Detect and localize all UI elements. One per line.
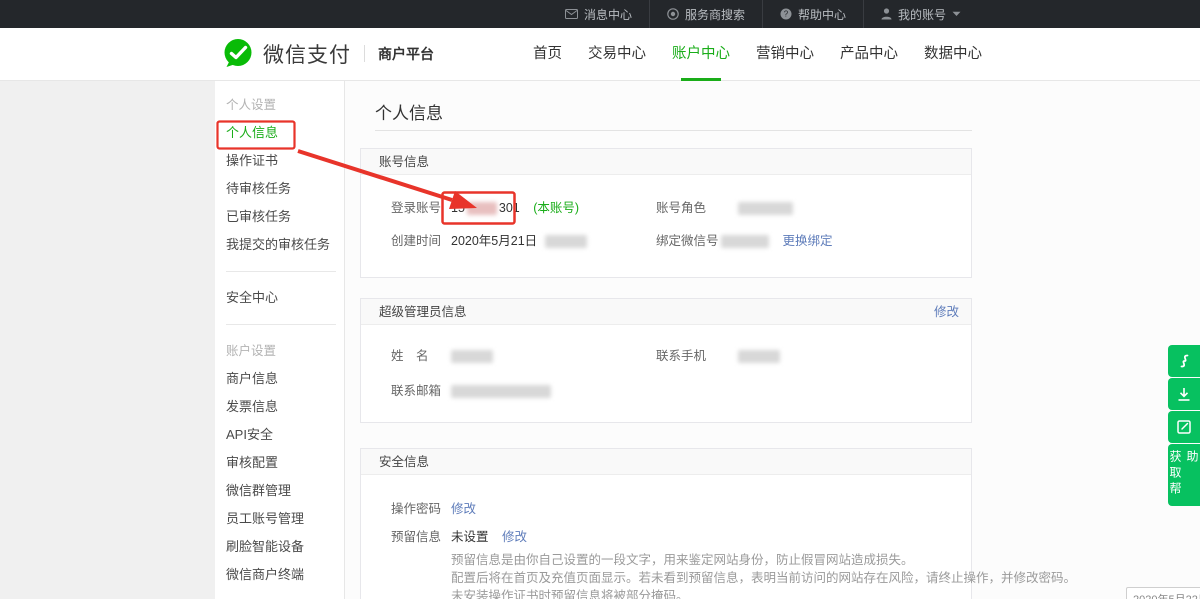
nav-marketing-center[interactable]: 营销中心 (756, 28, 814, 81)
topbar-service-provider-search[interactable]: 服务商搜索 (649, 0, 762, 28)
account-role-label: 账号角色 (656, 200, 706, 216)
sidebar-divider (226, 271, 336, 272)
get-help-button[interactable]: 获取帮助 (1168, 444, 1200, 506)
topbar-item-label: 消息中心 (584, 6, 632, 23)
operation-password-label: 操作密码 (391, 501, 441, 517)
password-edit-link[interactable]: 修改 (451, 502, 476, 516)
portal-label: 商户平台 (378, 44, 434, 64)
sidebar-item-security-center[interactable]: 安全中心 (226, 284, 344, 312)
svg-text:?: ? (784, 10, 789, 19)
name-label: 姓 名 (391, 348, 429, 364)
envelope-icon (565, 9, 578, 19)
topbar-help-center[interactable]: ? 帮助中心 (762, 0, 863, 28)
topbar-item-label: 我的账号 (898, 6, 946, 23)
security-info-card-title: 安全信息 (379, 449, 429, 475)
title-divider (375, 130, 972, 131)
redacted-login-digits (467, 202, 497, 215)
topbar-my-account-menu[interactable]: 我的账号 (863, 0, 978, 28)
user-icon (881, 8, 892, 20)
main-nav: 首页 交易中心 账户中心 营销中心 产品中心 数据中心 (533, 28, 982, 81)
contact-phone-label: 联系手机 (656, 348, 706, 364)
sidebar-item-wechat-group-management[interactable]: 微信群管理 (226, 477, 344, 505)
nav-data-center[interactable]: 数据中心 (924, 28, 982, 81)
current-account-tag: (本账号) (533, 201, 579, 215)
logo[interactable]: 微信支付 商户平台 (221, 37, 434, 70)
page-title: 个人信息 (375, 99, 443, 124)
redacted-email (451, 385, 551, 398)
redacted-name (451, 350, 493, 363)
nav-transaction-center[interactable]: 交易中心 (588, 28, 646, 81)
topbar-item-label: 服务商搜索 (685, 6, 745, 23)
sidebar-item-reviewed-tasks[interactable]: 已审核任务 (226, 203, 344, 231)
nav-product-center[interactable]: 产品中心 (840, 28, 898, 81)
link-icon (1177, 353, 1192, 369)
nav-home[interactable]: 首页 (533, 28, 562, 81)
sidebar-item-wechat-merchant-terminal[interactable]: 微信商户终端 (226, 561, 344, 589)
floating-help-widget: 获取帮助 (1168, 345, 1200, 506)
reserved-info-desc-line: 配置后将在首页及充值页面显示。若未看到预留信息，表明当前访问的网站存在风险，请终… (451, 569, 1076, 587)
topbar-message-center[interactable]: 消息中心 (548, 0, 649, 28)
admin-edit-link[interactable]: 修改 (934, 299, 959, 325)
account-info-card-title: 账号信息 (379, 149, 429, 175)
sidebar-item-review-config[interactable]: 审核配置 (226, 449, 344, 477)
sidebar-item-face-payment-devices[interactable]: 刷脸智能设备 (226, 533, 344, 561)
sidebar-item-merchant-info[interactable]: 商户信息 (226, 365, 344, 393)
contact-email-label: 联系邮箱 (391, 383, 441, 399)
topbar-item-label: 帮助中心 (798, 6, 846, 23)
sidebar-item-staff-account-management[interactable]: 员工账号管理 (226, 505, 344, 533)
help-circle-icon: ? (780, 8, 792, 20)
sidebar-item-my-submitted-review-tasks[interactable]: 我提交的审核任务 (226, 231, 344, 259)
reserved-info-status: 未设置 (451, 530, 489, 544)
reserved-info-desc-line: 预留信息是由你自己设置的一段文字，用来鉴定网站身份，防止假冒网站造成损失。 (451, 551, 1076, 569)
nav-account-center[interactable]: 账户中心 (672, 28, 730, 81)
sidebar-divider (226, 324, 336, 325)
sidebar: 个人设置 个人信息 操作证书 待审核任务 已审核任务 我提交的审核任务 安全中心… (215, 81, 345, 599)
security-info-card: 安全信息 操作密码 修改 预留信息 未设置 修改 预留信息是由你自己设置的一段文… (360, 448, 972, 599)
sidebar-group-personal-settings: 个人设置 (226, 91, 344, 119)
created-time-label: 创建时间 (391, 233, 441, 249)
site-header: 微信支付 商户平台 首页 交易中心 账户中心 营销中心 产品中心 数据中心 (0, 28, 1200, 81)
sidebar-item-personal-info[interactable]: 个人信息 (226, 119, 344, 147)
download-icon (1177, 387, 1191, 402)
reserved-info-desc-line: 未安装操作证书时预留信息将被部分掩码。 (451, 587, 1076, 599)
circle-search-icon (667, 8, 679, 20)
quick-link-button[interactable] (1168, 345, 1200, 377)
redacted-account-role (738, 202, 793, 215)
chevron-down-icon (952, 11, 961, 17)
rebind-link[interactable]: 更换绑定 (782, 234, 832, 248)
redacted-phone (738, 350, 780, 363)
login-account-label: 登录账号 (391, 200, 441, 216)
sidebar-item-operation-certificate[interactable]: 操作证书 (226, 147, 344, 175)
redacted-created-time (545, 235, 587, 248)
logo-divider (364, 45, 365, 62)
feedback-button[interactable] (1168, 411, 1200, 443)
sidebar-item-invoice-info[interactable]: 发票信息 (226, 393, 344, 421)
date-tooltip: 2020年5月22日 (1126, 587, 1200, 599)
super-admin-card: 超级管理员信息 修改 姓 名 联系手机 联系邮箱 (360, 298, 972, 423)
logo-text: 微信支付 (263, 39, 351, 69)
login-account-value: 15301 (451, 201, 520, 215)
main-content: 个人信息 账号信息 登录账号 15301 (本账号) 账号角色 创建时间 (345, 81, 1200, 599)
topbar: 消息中心 服务商搜索 ? 帮助中心 我的账号 (0, 0, 1200, 28)
download-button[interactable] (1168, 378, 1200, 410)
reserved-info-label: 预留信息 (391, 529, 441, 545)
redacted-wechat-id (721, 235, 769, 248)
sidebar-group-account-settings: 账户设置 (226, 337, 344, 365)
sidebar-item-pending-review-tasks[interactable]: 待审核任务 (226, 175, 344, 203)
edit-icon (1177, 420, 1191, 434)
account-info-card: 账号信息 登录账号 15301 (本账号) 账号角色 创建时间 2020年5月2… (360, 148, 972, 278)
super-admin-card-title: 超级管理员信息 (379, 299, 467, 325)
wechat-pay-logo-icon (221, 37, 254, 70)
page-left-gutter (0, 81, 215, 599)
sidebar-item-api-security[interactable]: API安全 (226, 421, 344, 449)
bound-wechat-label: 绑定微信号 (656, 233, 719, 249)
created-time-value: 2020年5月21日 (451, 234, 537, 248)
reserved-edit-link[interactable]: 修改 (502, 530, 527, 544)
